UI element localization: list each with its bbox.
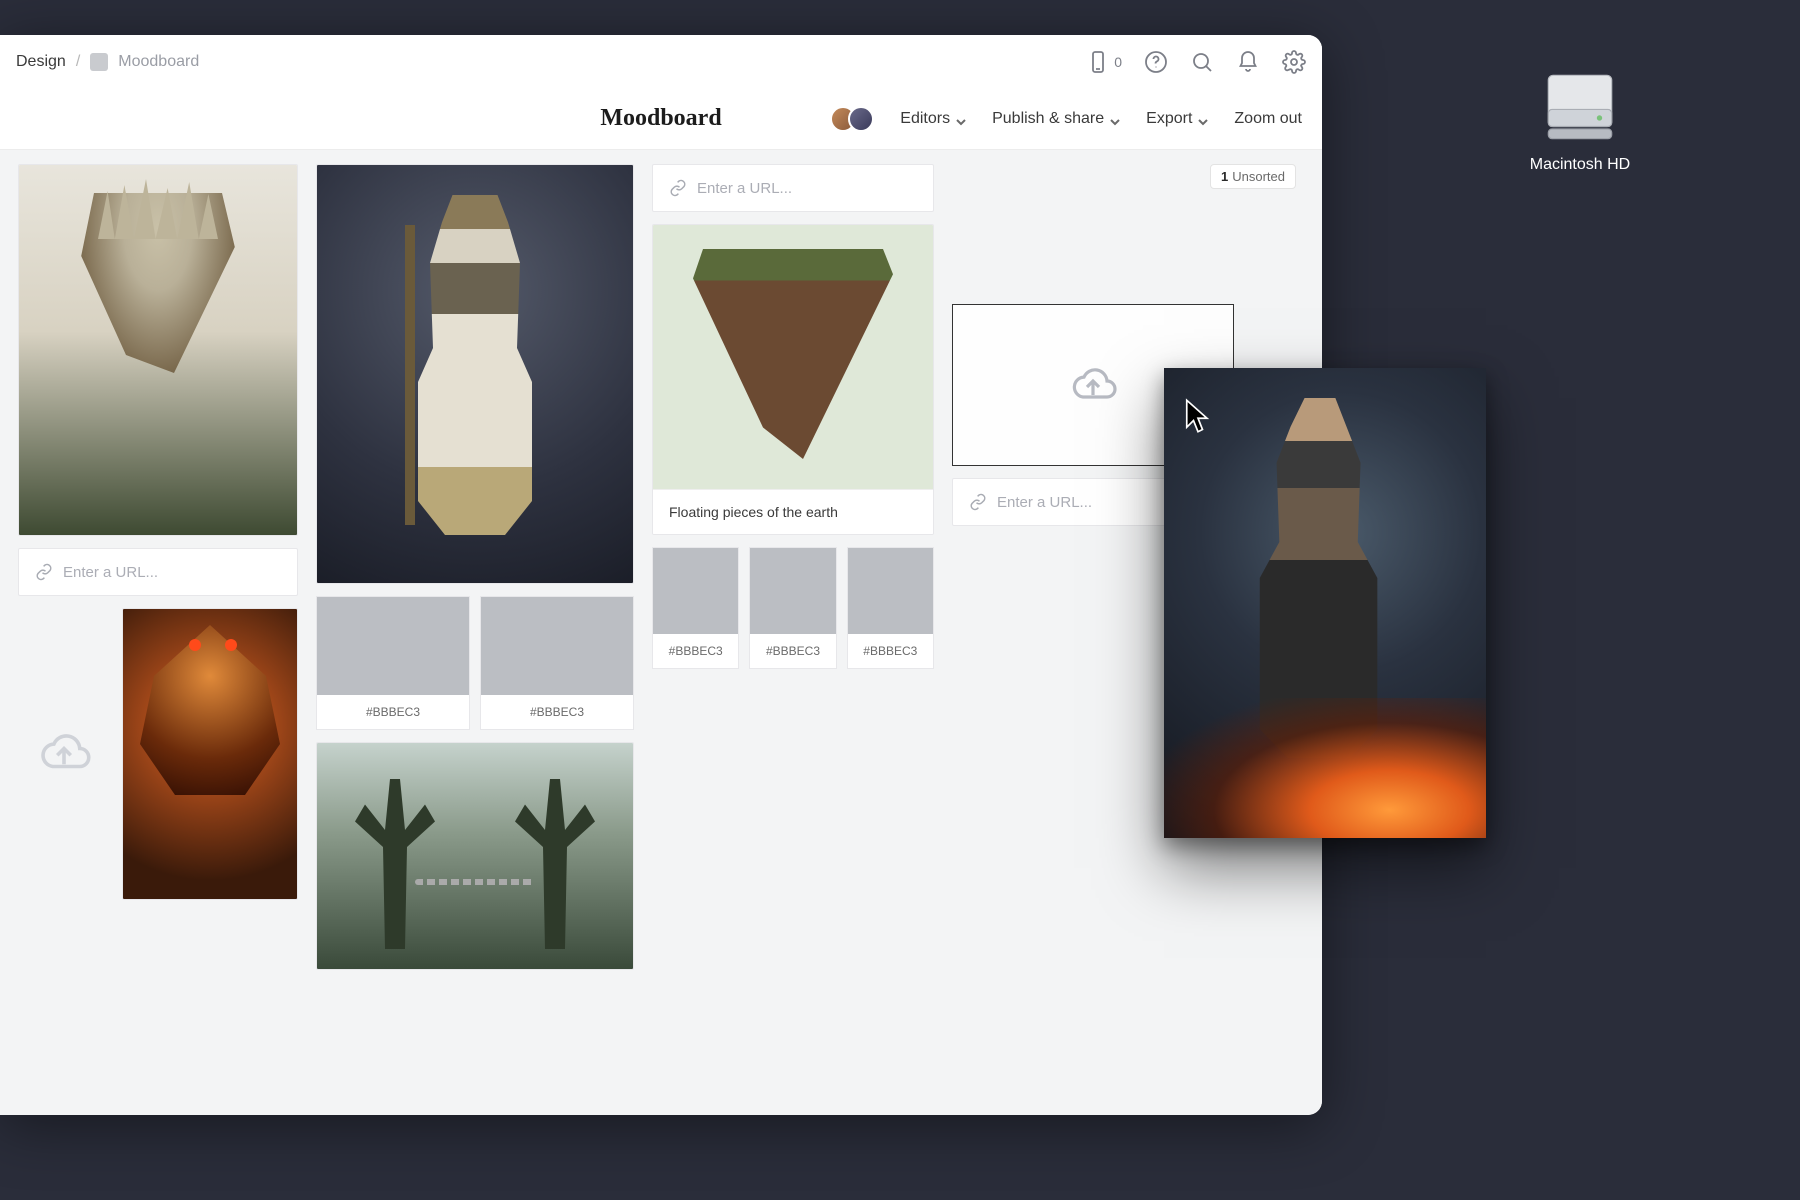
chevron-down-icon <box>956 114 966 124</box>
image-thumbnail <box>123 609 297 899</box>
url-input-placeholder: Enter a URL... <box>997 494 1092 511</box>
cursor-icon <box>1184 398 1212 434</box>
avatar <box>848 106 874 132</box>
notifications-button[interactable] <box>1236 50 1260 74</box>
unsorted-label: Unsorted <box>1232 169 1285 184</box>
desktop-disk[interactable]: Macintosh HD <box>1520 68 1640 174</box>
page-title[interactable]: Moodboard <box>600 105 721 132</box>
editors-dropdown[interactable]: Editors <box>900 110 966 128</box>
toolbar: Moodboard Editors Publish & share Export <box>0 88 1322 150</box>
publish-label: Publish & share <box>992 110 1104 128</box>
export-dropdown[interactable]: Export <box>1146 110 1208 128</box>
publish-dropdown[interactable]: Publish & share <box>992 110 1120 128</box>
mobile-icon <box>1086 50 1110 74</box>
canvas[interactable]: 1 Unsorted Enter a URL... <box>0 150 1322 1115</box>
url-input-placeholder: Enter a URL... <box>697 180 792 197</box>
color-swatch-label: #BBBEC3 <box>653 634 738 668</box>
editor-avatars[interactable] <box>830 106 874 132</box>
upload-dropzone-small[interactable] <box>18 608 110 898</box>
url-input-card[interactable]: Enter a URL... <box>652 164 934 212</box>
desktop: Macintosh HD Design / Moodboard 0 <box>0 0 1800 1200</box>
link-icon <box>969 493 987 511</box>
image-caption: Floating pieces of the earth <box>653 489 933 534</box>
color-swatch-label: #BBBEC3 <box>848 634 933 668</box>
color-swatch <box>750 548 835 634</box>
image-thumbnail <box>317 743 633 969</box>
help-button[interactable] <box>1144 50 1168 74</box>
color-swatch-label: #BBBEC3 <box>481 695 633 729</box>
color-swatch <box>317 597 469 695</box>
color-swatch <box>481 597 633 695</box>
breadcrumb-separator: / <box>76 53 80 71</box>
image-card-castle[interactable] <box>18 164 298 536</box>
color-swatch-card[interactable]: #BBBEC3 <box>316 596 470 730</box>
image-thumbnail <box>317 165 633 583</box>
zoom-out-button[interactable]: Zoom out <box>1234 110 1302 128</box>
mobile-preview-button[interactable]: 0 <box>1086 50 1122 74</box>
color-swatch-card[interactable]: #BBBEC3 <box>749 547 836 669</box>
desktop-disk-label: Macintosh HD <box>1520 156 1640 174</box>
color-swatch-card[interactable]: #BBBEC3 <box>847 547 934 669</box>
link-icon <box>35 563 53 581</box>
url-input-placeholder: Enter a URL... <box>63 564 158 581</box>
breadcrumb-current[interactable]: Moodboard <box>118 53 199 71</box>
image-thumbnail <box>19 165 297 535</box>
swatch-row: #BBBEC3 #BBBEC3 <box>316 596 634 730</box>
image-card-floating-rock[interactable]: Floating pieces of the earth <box>652 224 934 535</box>
image-thumbnail <box>653 225 933 489</box>
breadcrumb: Design / Moodboard <box>16 53 199 71</box>
search-button[interactable] <box>1190 50 1214 74</box>
mobile-count-value: 0 <box>1114 54 1122 70</box>
hard-drive-icon <box>1541 68 1619 146</box>
link-icon <box>669 179 687 197</box>
editors-label: Editors <box>900 110 950 128</box>
dragged-image-preview[interactable] <box>1164 368 1486 838</box>
topbar: Design / Moodboard 0 <box>0 35 1322 88</box>
app-window: Design / Moodboard 0 <box>0 35 1322 1115</box>
image-card-trees[interactable] <box>316 742 634 970</box>
image-card-knight[interactable] <box>316 164 634 584</box>
url-input-card[interactable]: Enter a URL... <box>18 548 298 596</box>
color-swatch-card[interactable]: #BBBEC3 <box>652 547 739 669</box>
color-swatch-label: #BBBEC3 <box>750 634 835 668</box>
zoom-out-label: Zoom out <box>1234 110 1302 128</box>
chevron-down-icon <box>1110 114 1120 124</box>
breadcrumb-root[interactable]: Design <box>16 53 66 71</box>
color-swatch <box>848 548 933 634</box>
swatch-row: #BBBEC3 #BBBEC3 #BBBEC3 <box>652 547 934 669</box>
unsorted-count: 1 <box>1221 169 1228 184</box>
chevron-down-icon <box>1198 114 1208 124</box>
settings-button[interactable] <box>1282 50 1306 74</box>
color-swatch <box>653 548 738 634</box>
color-swatch-card[interactable]: #BBBEC3 <box>480 596 634 730</box>
breadcrumb-page-icon <box>90 53 108 71</box>
image-card-dragon[interactable] <box>122 608 298 900</box>
export-label: Export <box>1146 110 1192 128</box>
unsorted-pill[interactable]: 1 Unsorted <box>1210 164 1296 189</box>
color-swatch-label: #BBBEC3 <box>317 695 469 729</box>
